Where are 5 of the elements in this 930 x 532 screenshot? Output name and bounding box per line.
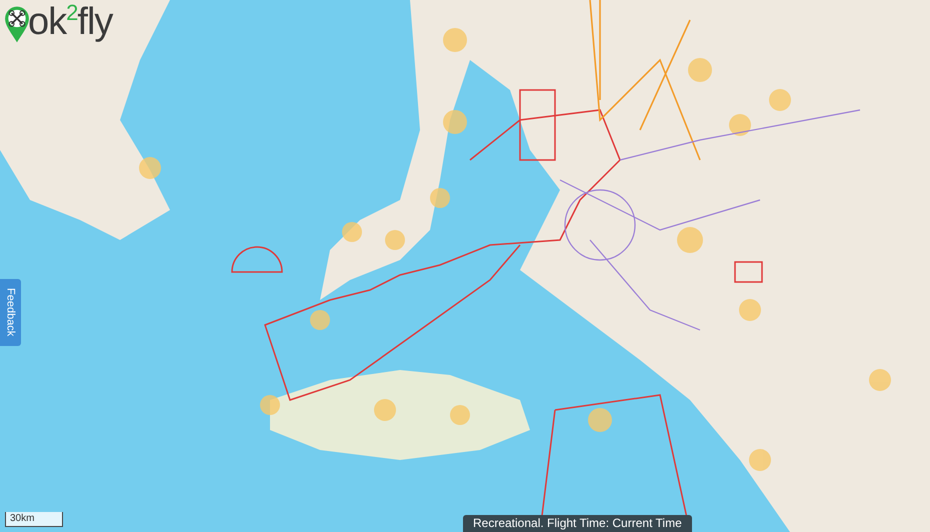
map-drawing[interactable] [0, 0, 930, 532]
scale-bar: 30km [5, 512, 63, 527]
ok2fly-logo[interactable]: ok$^{2}$fly [4, 2, 112, 44]
drone-pin-icon [4, 6, 30, 44]
status-banner: Recreational. Flight Time: Current Time [463, 515, 692, 532]
